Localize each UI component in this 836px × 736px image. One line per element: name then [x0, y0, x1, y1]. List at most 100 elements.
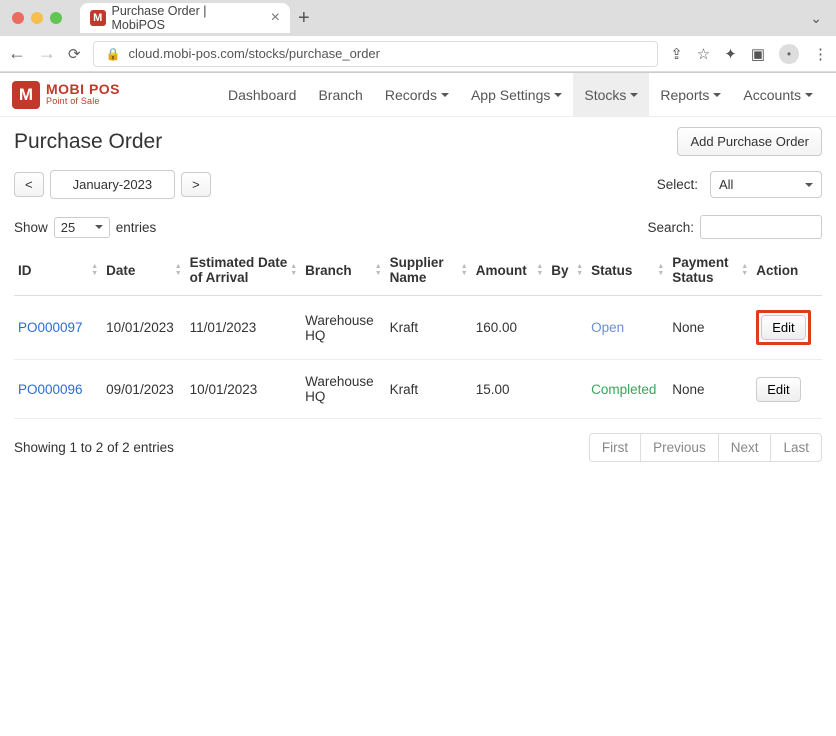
- pager-first[interactable]: First: [590, 434, 640, 461]
- next-month-button[interactable]: >: [181, 172, 211, 197]
- browser-tab[interactable]: M Purchase Order | MobiPOS ×: [80, 3, 290, 33]
- pager-last[interactable]: Last: [770, 434, 821, 461]
- nav-dashboard[interactable]: Dashboard: [217, 73, 308, 117]
- prev-month-button[interactable]: <: [14, 172, 44, 197]
- add-purchase-order-button[interactable]: Add Purchase Order: [677, 127, 822, 156]
- page-length-value: 25: [61, 220, 75, 235]
- share-icon[interactable]: ⇪: [670, 45, 683, 63]
- cell-date: 10/01/2023: [102, 296, 186, 360]
- cell-by: [547, 360, 587, 419]
- profile-avatar-icon[interactable]: •: [779, 44, 799, 64]
- chevron-down-icon: [805, 93, 813, 97]
- nav-app-settings[interactable]: App Settings: [460, 73, 573, 117]
- sort-icon: ▲▼: [657, 263, 664, 277]
- nav-records[interactable]: Records: [374, 73, 460, 117]
- logo-line2: Point of Sale: [46, 97, 120, 106]
- select-filter[interactable]: All: [710, 171, 822, 198]
- reload-icon[interactable]: ⟳: [68, 45, 81, 63]
- url-field[interactable]: 🔒 cloud.mobi-pos.com/stocks/purchase_ord…: [93, 41, 659, 67]
- nav-stocks[interactable]: Stocks: [573, 73, 649, 117]
- maximize-window-icon[interactable]: [50, 12, 62, 24]
- po-id-link[interactable]: PO000096: [18, 382, 83, 397]
- nav-branch[interactable]: Branch: [307, 73, 373, 117]
- col-action: Action: [752, 245, 822, 296]
- logo-icon: M: [12, 81, 40, 109]
- logo[interactable]: M MOBI POS Point of Sale: [12, 81, 120, 109]
- forward-icon[interactable]: →: [38, 43, 56, 64]
- sort-icon: ▲▼: [461, 263, 468, 277]
- tabs-overflow-icon[interactable]: ⌄: [810, 10, 828, 27]
- po-id-link[interactable]: PO000097: [18, 320, 83, 335]
- table-row: PO00009609/01/202310/01/2023Warehouse HQ…: [14, 360, 822, 419]
- chevron-down-icon: [554, 93, 562, 97]
- nav-reports[interactable]: Reports: [649, 73, 732, 117]
- page-length-select[interactable]: 25: [54, 217, 110, 238]
- chevron-down-icon: [441, 93, 449, 97]
- more-icon[interactable]: ⋮: [813, 45, 828, 63]
- browser-toolbar-icons: ⇪ ☆ ✦ ▣ • ⋮: [670, 44, 828, 64]
- tab-title: Purchase Order | MobiPOS: [112, 4, 259, 32]
- close-tab-icon[interactable]: ×: [271, 9, 280, 27]
- close-window-icon[interactable]: [12, 12, 24, 24]
- search-label: Search:: [647, 220, 694, 235]
- sort-icon: ▲▼: [290, 263, 297, 277]
- col-date[interactable]: Date▲▼: [102, 245, 186, 296]
- col-eta[interactable]: Estimated Date of Arrival▲▼: [186, 245, 301, 296]
- cell-branch: Warehouse HQ: [301, 360, 386, 419]
- table-info: Showing 1 to 2 of 2 entries: [14, 440, 174, 455]
- browser-chrome: M Purchase Order | MobiPOS × + ⌄ ← → ⟳ 🔒…: [0, 0, 836, 73]
- tab-bar: M Purchase Order | MobiPOS × + ⌄: [0, 0, 836, 36]
- sort-icon: ▲▼: [375, 263, 382, 277]
- chevron-down-icon: [95, 225, 103, 229]
- month-display: January-2023: [50, 170, 176, 199]
- search-input[interactable]: [700, 215, 822, 239]
- window-controls[interactable]: [8, 12, 72, 24]
- minimize-window-icon[interactable]: [31, 12, 43, 24]
- edit-button[interactable]: Edit: [761, 315, 805, 340]
- lock-icon: 🔒: [106, 47, 121, 61]
- cell-supplier: Kraft: [386, 296, 472, 360]
- new-tab-icon[interactable]: +: [298, 7, 310, 30]
- back-icon[interactable]: ←: [8, 43, 26, 64]
- cell-payment-status: None: [668, 360, 752, 419]
- purchase-order-table: ID▲▼ Date▲▼ Estimated Date of Arrival▲▼ …: [14, 245, 822, 419]
- select-label: Select:: [657, 177, 698, 192]
- cell-by: [547, 296, 587, 360]
- bookmark-icon[interactable]: ☆: [697, 45, 710, 63]
- cell-eta: 11/01/2023: [186, 296, 301, 360]
- pager-next[interactable]: Next: [718, 434, 771, 461]
- cell-amount: 15.00: [472, 360, 548, 419]
- col-payment-status[interactable]: Payment Status▲▼: [668, 245, 752, 296]
- col-by[interactable]: By▲▼: [547, 245, 587, 296]
- app-header: M MOBI POS Point of Sale Dashboard Branc…: [0, 73, 836, 117]
- extensions-icon[interactable]: ✦: [724, 45, 737, 63]
- show-label: Show: [14, 220, 48, 235]
- nav-accounts[interactable]: Accounts: [732, 73, 824, 117]
- status-badge: Completed: [591, 382, 656, 397]
- chevron-down-icon: [713, 93, 721, 97]
- col-amount[interactable]: Amount▲▼: [472, 245, 548, 296]
- edit-button[interactable]: Edit: [756, 377, 800, 402]
- sort-icon: ▲▼: [91, 263, 98, 277]
- cell-date: 09/01/2023: [102, 360, 186, 419]
- panel-icon[interactable]: ▣: [751, 45, 765, 63]
- cell-payment-status: None: [668, 296, 752, 360]
- cell-action: Edit: [752, 296, 822, 360]
- cell-branch: Warehouse HQ: [301, 296, 386, 360]
- favicon-icon: M: [90, 10, 106, 26]
- col-branch[interactable]: Branch▲▼: [301, 245, 386, 296]
- sort-icon: ▲▼: [741, 263, 748, 277]
- sort-icon: ▲▼: [175, 263, 182, 277]
- sort-icon: ▲▼: [536, 263, 543, 277]
- main-nav: Dashboard Branch Records App Settings St…: [217, 73, 824, 117]
- pager-prev[interactable]: Previous: [640, 434, 718, 461]
- col-id[interactable]: ID▲▼: [14, 245, 102, 296]
- page-body: Purchase Order Add Purchase Order < Janu…: [0, 117, 836, 472]
- col-supplier[interactable]: Supplier Name▲▼: [386, 245, 472, 296]
- chevron-down-icon: [805, 183, 813, 187]
- col-status[interactable]: Status▲▼: [587, 245, 668, 296]
- address-bar: ← → ⟳ 🔒 cloud.mobi-pos.com/stocks/purcha…: [0, 36, 836, 72]
- chevron-down-icon: [630, 93, 638, 97]
- pager: First Previous Next Last: [589, 433, 822, 462]
- url-text: cloud.mobi-pos.com/stocks/purchase_order: [129, 46, 380, 61]
